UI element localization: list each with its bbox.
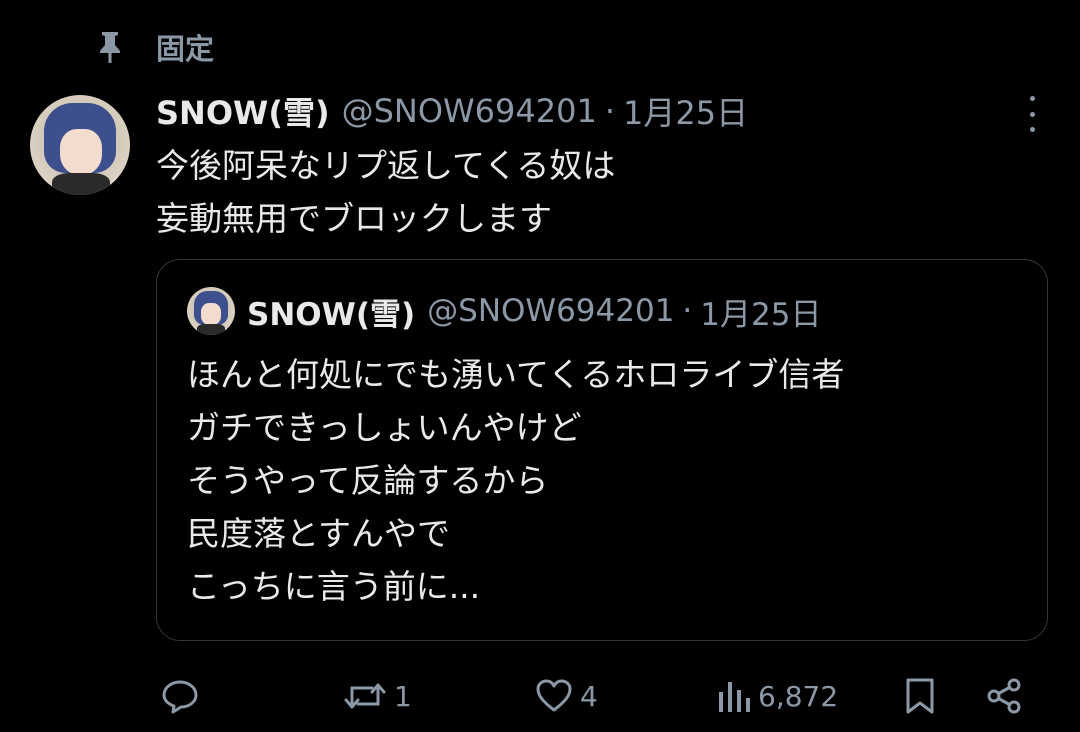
avatar[interactable] [30, 95, 130, 195]
reply-icon [160, 676, 200, 716]
pin-icon [96, 29, 124, 65]
tweet-text-line: 今後阿呆なリプ返してくる奴は [156, 146, 616, 185]
heart-icon [534, 676, 574, 716]
share-button[interactable] [984, 668, 1024, 724]
display-name[interactable]: SNOW(雪) [156, 88, 330, 134]
quote-text-line: ガチできっしょいんやけど [187, 408, 582, 447]
quote-user-handle: @SNOW694201 [427, 293, 675, 329]
more-options-icon[interactable] [1020, 96, 1044, 132]
tweet-date[interactable]: 1月25日 [623, 88, 748, 134]
retweet-button[interactable]: 1 [342, 668, 412, 724]
tweet-text: 今後阿呆なリプ返してくる奴は 妄動無用でブロックします [156, 139, 1036, 245]
like-button[interactable]: 4 [534, 668, 598, 724]
quote-display-name: SNOW(雪) [247, 296, 416, 333]
quote-avatar [187, 287, 235, 335]
pinned-label: 固定 [156, 32, 215, 66]
quote-text: ほんと何処にでも湧いてくるホロライブ信者 ガチできっしょいんやけど そうやって反… [187, 348, 844, 613]
reply-button[interactable] [160, 668, 200, 724]
bookmark-icon [902, 676, 938, 716]
quote-date: 1月25日 [700, 296, 822, 333]
quote-text-line: こっちに言う前に... [187, 567, 481, 606]
quote-text-line: そうやって反論するから [187, 461, 549, 500]
views-icon [716, 676, 752, 716]
retweet-count: 1 [394, 679, 412, 713]
quote-separator-dot: · [682, 293, 693, 329]
user-handle[interactable]: @SNOW694201 [342, 92, 597, 130]
separator-dot: · [604, 92, 615, 130]
quote-header: SNOW(雪) @SNOW694201 · 1月25日 [187, 286, 821, 336]
views-count: 6,872 [758, 679, 839, 713]
views-button[interactable]: 6,872 [716, 668, 838, 724]
quote-tweet-card[interactable]: SNOW(雪) @SNOW694201 · 1月25日 ほんと何処にでも湧いてく… [156, 259, 1048, 641]
pinned-indicator: 固定 [96, 26, 214, 68]
retweet-icon [342, 676, 388, 716]
tweet-text-line: 妄動無用でブロックします [156, 199, 552, 238]
quote-text-line: ほんと何処にでも湧いてくるホロライブ信者 [187, 355, 845, 394]
tweet-header: SNOW(雪) @SNOW694201 · 1月25日 [156, 88, 748, 134]
share-icon [984, 676, 1024, 716]
action-bar: 1 4 6,872 [0, 668, 1080, 724]
like-count: 4 [580, 679, 598, 713]
bookmark-button[interactable] [902, 668, 938, 724]
quote-text-line: 民度落とすんやで [187, 514, 451, 553]
